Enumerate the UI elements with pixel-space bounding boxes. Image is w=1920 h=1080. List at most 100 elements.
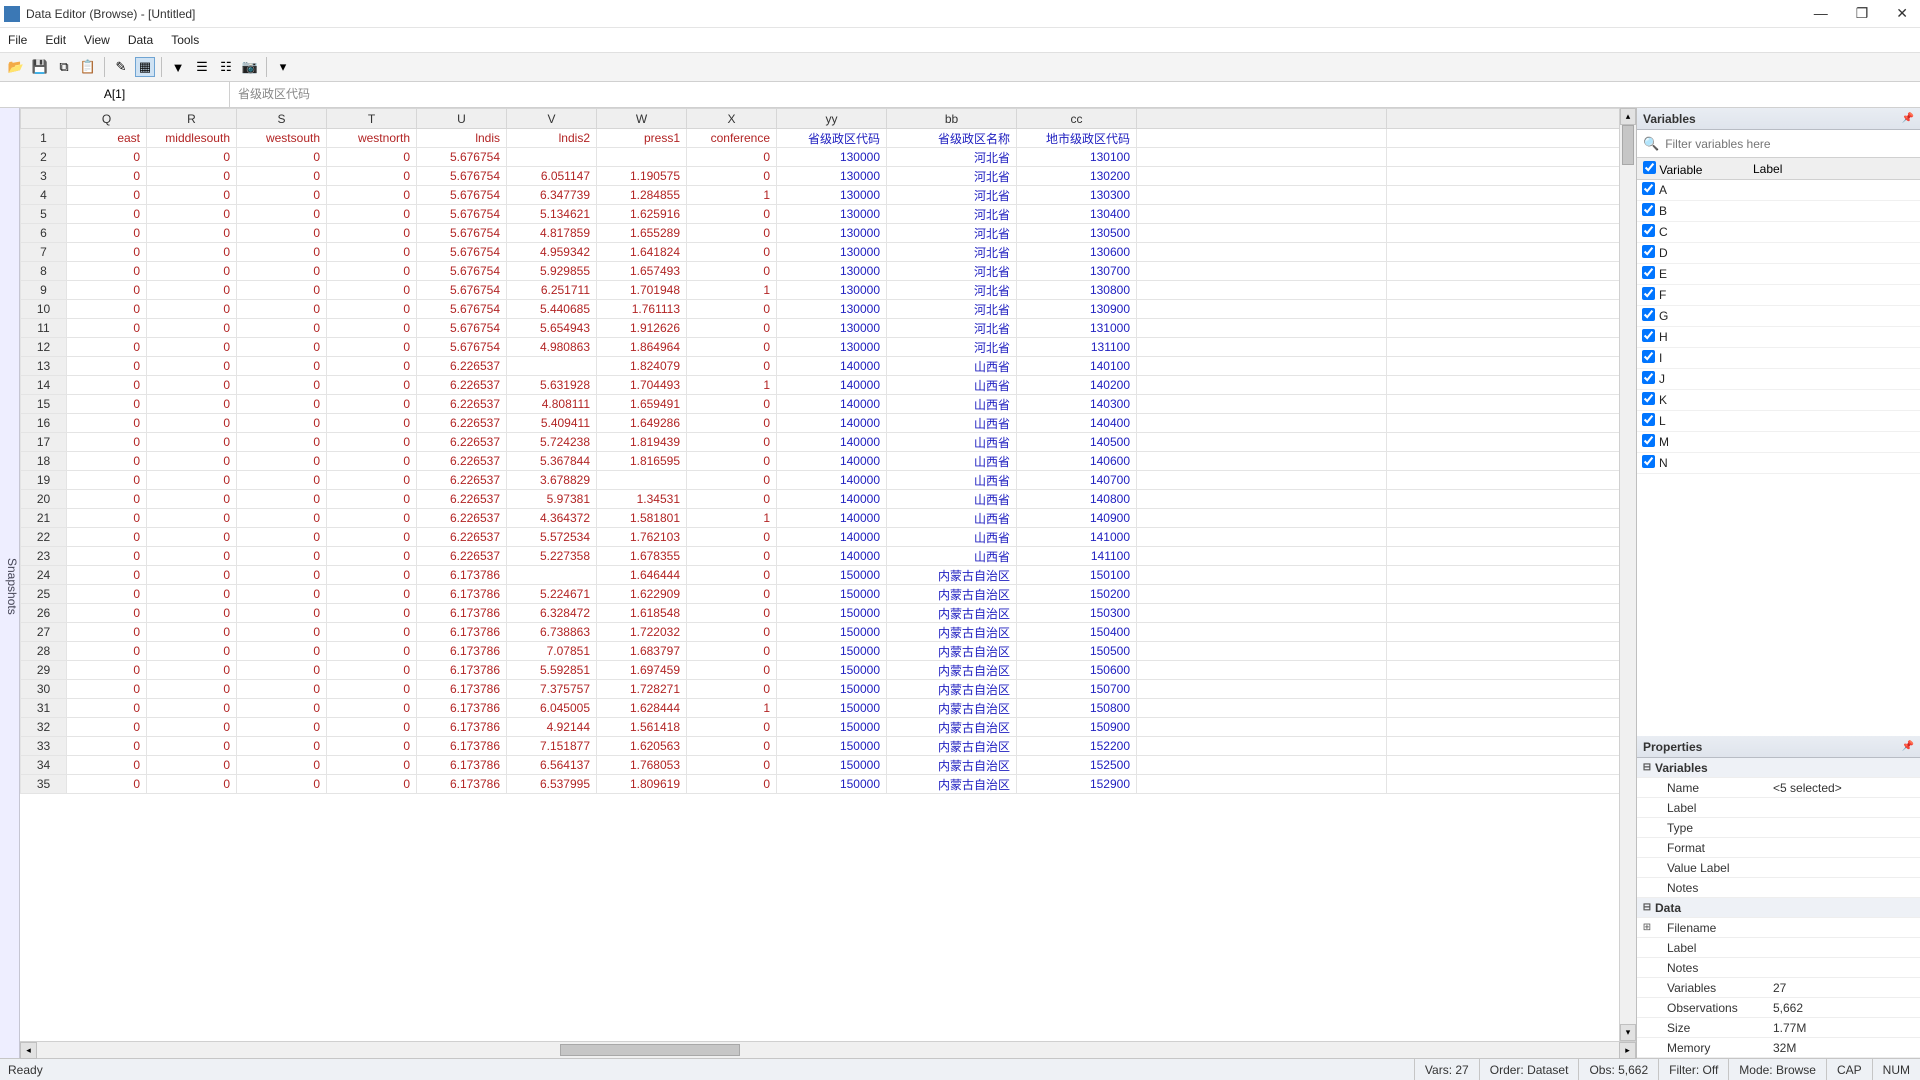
data-cell[interactable]: 150300 bbox=[1017, 604, 1137, 623]
data-cell[interactable]: 0 bbox=[237, 148, 327, 167]
column-header[interactable]: S bbox=[237, 109, 327, 129]
data-cell[interactable]: 140000 bbox=[777, 490, 887, 509]
data-cell[interactable]: 0 bbox=[237, 680, 327, 699]
data-cell[interactable]: 0 bbox=[327, 452, 417, 471]
maximize-button[interactable]: ❐ bbox=[1856, 5, 1869, 22]
data-cell[interactable]: 0 bbox=[687, 319, 777, 338]
variable-checkbox[interactable] bbox=[1642, 434, 1655, 447]
data-cell[interactable]: 1 bbox=[687, 376, 777, 395]
data-cell[interactable]: 0 bbox=[327, 395, 417, 414]
data-cell[interactable]: 0 bbox=[327, 338, 417, 357]
data-cell[interactable]: 1.809619 bbox=[597, 775, 687, 794]
data-cell[interactable]: 0 bbox=[687, 148, 777, 167]
data-cell[interactable]: 0 bbox=[67, 224, 147, 243]
variable-row[interactable]: D bbox=[1637, 243, 1920, 264]
data-cell[interactable]: 0 bbox=[687, 471, 777, 490]
data-cell[interactable]: 150000 bbox=[777, 604, 887, 623]
row-header[interactable]: 32 bbox=[21, 718, 67, 737]
data-cell[interactable]: 0 bbox=[327, 433, 417, 452]
data-cell[interactable]: 0 bbox=[687, 262, 777, 281]
variable-checkbox[interactable] bbox=[1642, 182, 1655, 195]
data-cell[interactable]: 6.226537 bbox=[417, 547, 507, 566]
data-cell[interactable]: 1.697459 bbox=[597, 661, 687, 680]
variable-row[interactable]: N bbox=[1637, 453, 1920, 474]
data-cell[interactable]: 131100 bbox=[1017, 338, 1137, 357]
property-row[interactable]: Type bbox=[1637, 818, 1920, 838]
variable-checkbox[interactable] bbox=[1642, 371, 1655, 384]
data-cell[interactable]: 6.226537 bbox=[417, 509, 507, 528]
row-header[interactable]: 28 bbox=[21, 642, 67, 661]
data-cell[interactable]: 5.676754 bbox=[417, 262, 507, 281]
data-cell[interactable]: 0 bbox=[237, 547, 327, 566]
data-cell[interactable]: 山西省 bbox=[887, 490, 1017, 509]
data-cell[interactable]: 0 bbox=[237, 604, 327, 623]
row-header[interactable]: 4 bbox=[21, 186, 67, 205]
data-cell[interactable]: 4.959342 bbox=[507, 243, 597, 262]
data-cell[interactable]: 4.817859 bbox=[507, 224, 597, 243]
data-cell[interactable]: 河北省 bbox=[887, 338, 1017, 357]
data-cell[interactable]: 5.676754 bbox=[417, 319, 507, 338]
data-cell[interactable]: 0 bbox=[147, 452, 237, 471]
data-cell[interactable]: 1.649286 bbox=[597, 414, 687, 433]
data-cell[interactable]: 0 bbox=[687, 642, 777, 661]
data-cell[interactable]: 内蒙古自治区 bbox=[887, 642, 1017, 661]
data-cell[interactable]: 1 bbox=[687, 281, 777, 300]
data-cell[interactable]: 0 bbox=[327, 319, 417, 338]
variable-checkbox[interactable] bbox=[1642, 287, 1655, 300]
data-cell[interactable]: 6.226537 bbox=[417, 395, 507, 414]
data-cell[interactable]: 130200 bbox=[1017, 167, 1137, 186]
data-cell[interactable]: 0 bbox=[67, 300, 147, 319]
data-cell[interactable]: 0 bbox=[237, 433, 327, 452]
data-cell[interactable]: 130000 bbox=[777, 338, 887, 357]
data-cell[interactable]: 150000 bbox=[777, 737, 887, 756]
data-cell[interactable]: 5.676754 bbox=[417, 338, 507, 357]
row-header[interactable]: 5 bbox=[21, 205, 67, 224]
data-cell[interactable]: 0 bbox=[147, 680, 237, 699]
row-header[interactable]: 23 bbox=[21, 547, 67, 566]
data-cell[interactable]: 0 bbox=[327, 167, 417, 186]
data-cell[interactable]: middlesouth bbox=[147, 129, 237, 148]
data-cell[interactable]: 山西省 bbox=[887, 452, 1017, 471]
data-cell[interactable]: 1.622909 bbox=[597, 585, 687, 604]
row-header[interactable]: 29 bbox=[21, 661, 67, 680]
data-cell[interactable]: 150000 bbox=[777, 623, 887, 642]
variable-checkbox[interactable] bbox=[1642, 350, 1655, 363]
data-cell[interactable]: 1.628444 bbox=[597, 699, 687, 718]
data-cell[interactable]: 0 bbox=[327, 471, 417, 490]
data-cell[interactable]: 山西省 bbox=[887, 433, 1017, 452]
data-cell[interactable]: 0 bbox=[67, 243, 147, 262]
data-cell[interactable]: 140500 bbox=[1017, 433, 1137, 452]
scroll-thumb[interactable] bbox=[1622, 125, 1634, 165]
data-cell[interactable]: 0 bbox=[687, 490, 777, 509]
data-cell[interactable]: 6.173786 bbox=[417, 585, 507, 604]
data-cell[interactable]: 6.347739 bbox=[507, 186, 597, 205]
data-cell[interactable]: 130000 bbox=[777, 224, 887, 243]
variable-row[interactable]: B bbox=[1637, 201, 1920, 222]
data-cell[interactable]: 6.226537 bbox=[417, 433, 507, 452]
data-cell[interactable]: 6.226537 bbox=[417, 414, 507, 433]
row-header[interactable]: 31 bbox=[21, 699, 67, 718]
data-cell[interactable]: 0 bbox=[327, 243, 417, 262]
row-header[interactable]: 7 bbox=[21, 243, 67, 262]
data-cell[interactable]: 130000 bbox=[777, 281, 887, 300]
data-cell[interactable]: 0 bbox=[147, 775, 237, 794]
data-cell[interactable]: 0 bbox=[147, 186, 237, 205]
data-cell[interactable]: 4.364372 bbox=[507, 509, 597, 528]
data-cell[interactable]: 0 bbox=[327, 756, 417, 775]
data-cell[interactable]: westsouth bbox=[237, 129, 327, 148]
data-cell[interactable]: 1.728271 bbox=[597, 680, 687, 699]
row-header[interactable]: 15 bbox=[21, 395, 67, 414]
data-cell[interactable]: 130500 bbox=[1017, 224, 1137, 243]
data-cell[interactable]: 130300 bbox=[1017, 186, 1137, 205]
data-cell[interactable]: 140000 bbox=[777, 414, 887, 433]
data-cell[interactable]: 0 bbox=[237, 471, 327, 490]
data-cell[interactable]: 山西省 bbox=[887, 547, 1017, 566]
data-cell[interactable]: 0 bbox=[327, 490, 417, 509]
variable-checkbox[interactable] bbox=[1642, 266, 1655, 279]
properties-pane-icon[interactable]: ☷ bbox=[216, 57, 236, 77]
data-cell[interactable]: 7.151877 bbox=[507, 737, 597, 756]
data-cell[interactable]: 6.738863 bbox=[507, 623, 597, 642]
data-cell[interactable]: 4.808111 bbox=[507, 395, 597, 414]
data-cell[interactable]: 0 bbox=[67, 167, 147, 186]
data-cell[interactable]: 1.641824 bbox=[597, 243, 687, 262]
